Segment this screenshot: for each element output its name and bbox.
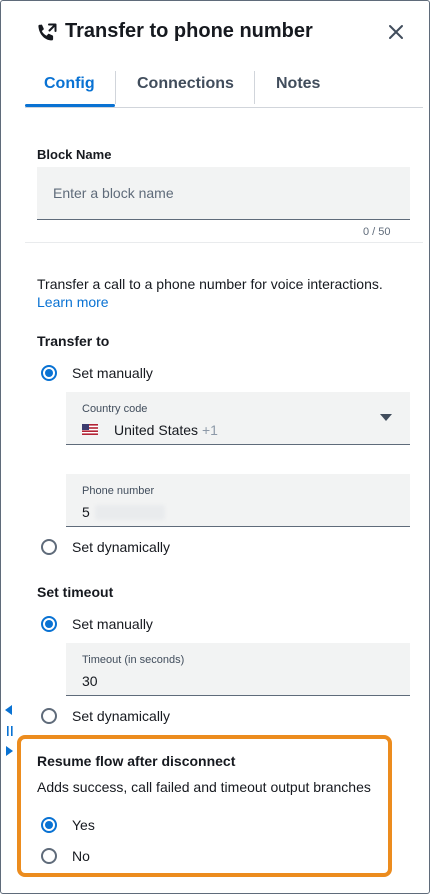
learn-more-link[interactable]: Learn more [37,294,109,310]
timeout-value: 30 [82,673,98,689]
block-name-label: Block Name [37,147,112,162]
resume-no-radio[interactable] [41,848,57,864]
country-code-label: Country code [82,403,148,415]
phone-number-input[interactable]: Phone number 5 [66,474,410,527]
section-divider [25,242,423,243]
resume-no-label: No [72,848,90,864]
phone-number-label: Phone number [82,485,155,497]
timeout-label: Timeout (in seconds) [82,654,185,666]
character-counter: 0 / 50 [363,226,391,238]
set-timeout-title: Set timeout [37,584,114,600]
transfer-set-dynamically-radio[interactable] [41,539,57,555]
transfer-set-dynamically-label: Set dynamically [72,539,171,555]
timeout-input[interactable]: Timeout (in seconds) 30 [66,643,410,696]
resize-handle-icon[interactable] [4,705,14,757]
country-name: United States [114,422,199,438]
caret-down-icon [380,414,392,421]
transfer-set-manually-radio[interactable] [41,365,57,381]
transfer-panel: Transfer to phone number Config Connecti… [0,0,430,894]
redacted-phone-digits [95,505,165,520]
timeout-set-dynamically-label: Set dynamically [72,708,171,724]
phone-number-value: 5 [82,504,90,520]
timeout-set-manually-label: Set manually [72,616,153,632]
resume-yes-label: Yes [72,817,95,833]
transfer-to-title: Transfer to [37,333,110,349]
resume-flow-description: Adds success, call failed and timeout ou… [37,779,371,795]
country-code-select[interactable]: Country code United States +1 [66,392,410,445]
tab-config[interactable]: Config [44,75,95,93]
resume-yes-radio[interactable] [41,817,57,833]
timeout-set-manually-radio[interactable] [41,616,57,632]
dial-code: +1 [201,422,218,438]
tabs-divider [25,107,423,108]
phone-transfer-icon [38,23,57,41]
close-icon[interactable] [384,20,408,44]
us-flag-icon [82,424,98,435]
block-name-placeholder: Enter a block name [53,185,174,201]
transfer-set-manually-label: Set manually [72,365,153,381]
tab-divider [254,71,255,104]
tab-divider [115,71,116,104]
tab-connections[interactable]: Connections [137,75,234,93]
block-name-input[interactable]: Enter a block name [37,167,410,220]
tab-notes[interactable]: Notes [276,75,320,93]
panel-title: Transfer to phone number [65,20,313,42]
timeout-set-dynamically-radio[interactable] [41,708,57,724]
resume-flow-title: Resume flow after disconnect [37,753,236,769]
block-description: Transfer a call to a phone number for vo… [37,276,383,292]
